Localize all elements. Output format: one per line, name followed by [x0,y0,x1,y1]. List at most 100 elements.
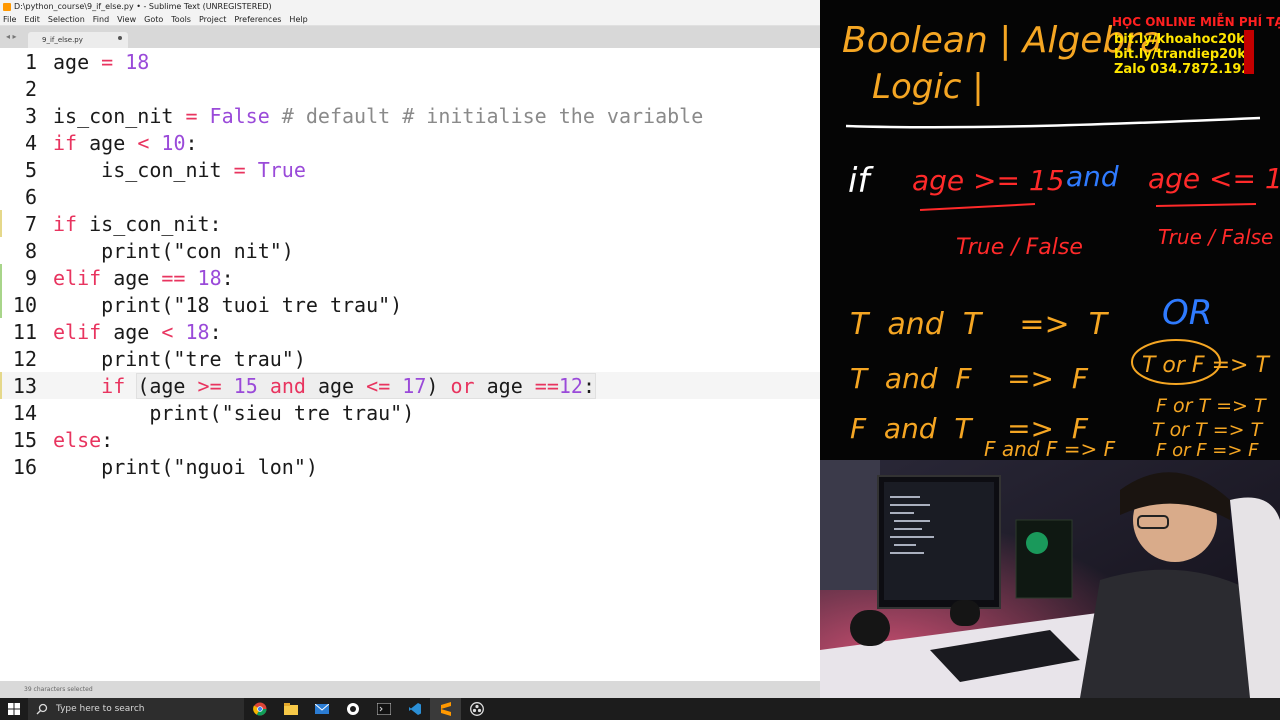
wb-underline2 [1155,203,1257,207]
line-text: if is_con_nit: [53,212,222,236]
menu-goto[interactable]: Goto [144,15,163,24]
wb-separator-line [845,116,1261,129]
menu-bar: File Edit Selection Find View Goto Tools… [0,13,820,26]
line-number: 16 [12,455,37,479]
windows-taskbar: Type here to search [0,698,1280,720]
tab-label: 9_if_else.py [42,36,83,44]
menu-project[interactable]: Project [199,15,226,24]
promo-line-3: bit.ly/trandiep20k [1114,47,1246,62]
code-line-13[interactable]: 13 if (age >= 15 and age <= 17) or age =… [0,372,820,399]
line-text: else: [53,428,114,452]
promo-line-1: HỌC ONLINE MIỄN PHÍ TẠI [1112,13,1280,29]
text-selection: (age >= 15 and age <= 17) or age ==12: [136,373,597,399]
wb-and-row1: T and T => T [850,307,1110,342]
line-number: 4 [24,131,37,155]
code-line-5[interactable]: 5 is_con_nit = True [0,156,820,183]
whiteboard: Boolean | Algebra Logic | HỌC ONLINE MIỄ… [820,0,1280,460]
status-bar: 39 characters selected [0,681,820,698]
line-text: if age < 10: [53,131,198,155]
obs-icon[interactable] [461,698,492,720]
wb-cond2: age <= 17 [1148,162,1280,195]
line-number: 3 [24,104,37,128]
line-number: 9 [24,266,37,290]
chrome-icon[interactable] [244,698,275,720]
windows-logo-icon [8,703,20,715]
code-line-16[interactable]: 16 print("nguoi lon") [0,453,820,480]
search-icon [36,703,48,715]
promo-side-badge [1244,30,1254,74]
sublime-logo-icon [3,2,11,11]
terminal-icon[interactable] [368,698,399,720]
wb-title-line2: Logic | [872,67,984,107]
code-line-8[interactable]: 8 print("con nit") [0,237,820,264]
start-button[interactable] [0,698,28,720]
sublime-icon[interactable] [430,698,461,720]
line-number: 7 [24,212,37,236]
promo-line-2: bit.ly/khoahoc20k [1114,32,1245,47]
mail-icon[interactable] [306,698,337,720]
line-number: 2 [24,77,37,101]
wb-tf1: True / False [956,235,1083,260]
line-text: print("con nit") [53,239,294,263]
line-number: 13 [12,374,37,398]
code-line-14[interactable]: 14 print("sieu tre trau") [0,399,820,426]
menu-help[interactable]: Help [289,15,307,24]
search-placeholder: Type here to search [56,704,145,714]
wb-or-row4: F or F => F [1156,440,1259,460]
code-line-6[interactable]: 6 [0,183,820,210]
code-line-10[interactable]: 10 print("18 tuoi tre trau") [0,291,820,318]
code-line-9[interactable]: 9 elif age == 18: [0,264,820,291]
whiteboard-drawing: Boolean | Algebra Logic | HỌC ONLINE MIỄ… [842,13,1280,460]
menu-file[interactable]: File [3,15,16,24]
menu-selection[interactable]: Selection [48,15,85,24]
code-line-3[interactable]: 3 is_con_nit = False # default # initial… [0,102,820,129]
code-line-15[interactable]: 15 else: [0,426,820,453]
code-line-4[interactable]: 4 if age < 10: [0,129,820,156]
line-number: 15 [12,428,37,452]
tab-dirty-dot-icon[interactable] [118,36,122,40]
line-text: age = 18 [53,50,150,74]
line-text: print("18 tuoi tre trau") [53,293,403,317]
network-icon[interactable] [337,698,368,720]
code-line-12[interactable]: 12 print("tre trau") [0,345,820,372]
code-line-1[interactable]: 1 age = 18 [0,48,820,75]
menu-find[interactable]: Find [93,15,109,24]
wb-cond1: age >= 15 [912,164,1065,197]
title-bar: D:\python_course\9_if_else.py • - Sublim… [0,0,820,13]
line-number: 11 [12,320,37,344]
taskbar-search-box[interactable]: Type here to search [28,698,244,720]
tab-bar: ◂ ▸ 9_if_else.py [0,26,820,48]
line-text: is_con_nit = False # default # initialis… [53,104,704,128]
line-text: print("sieu tre trau") [53,401,415,425]
webcam-image [820,460,1280,698]
wb-and: and [1066,160,1119,193]
wb-or-row1: T or F => T [1142,353,1270,378]
webcam-feed [820,460,1280,698]
wb-or-row3: T or T => T [1152,419,1264,441]
window-title: D:\python_course\9_if_else.py • - Sublim… [14,2,272,11]
line-text: if (age >= 15 and age <= 17) or age ==12… [101,373,597,399]
code-line-7[interactable]: 7 if is_con_nit: [0,210,820,237]
line-text: elif age == 18: [53,266,234,290]
code-line-11[interactable]: 11 elif age < 18: [0,318,820,345]
sublime-window: D:\python_course\9_if_else.py • - Sublim… [0,0,820,698]
line-number: 12 [12,347,37,371]
status-text: 39 characters selected [24,686,93,693]
code-editor[interactable]: 1 age = 18 2 3 is_con_nit = False # defa… [0,48,820,681]
line-number: 10 [12,293,37,317]
line-text: is_con_nit = True [53,158,306,182]
menu-edit[interactable]: Edit [24,15,40,24]
menu-tools[interactable]: Tools [171,15,191,24]
menu-view[interactable]: View [117,15,136,24]
menu-preferences[interactable]: Preferences [234,15,281,24]
wb-if: if [848,161,874,201]
tab-nav-arrows-icon[interactable]: ◂ ▸ [6,32,17,41]
code-line-2[interactable]: 2 [0,75,820,102]
file-explorer-icon[interactable] [275,698,306,720]
wb-tf2: True / False [1158,225,1273,249]
wb-and-row2: T and F => F [850,362,1089,395]
vscode-icon[interactable] [399,698,430,720]
line-number: 8 [24,239,37,263]
tab-9-if-else[interactable]: 9_if_else.py [28,32,128,48]
wb-or-title: OR [1162,293,1212,333]
